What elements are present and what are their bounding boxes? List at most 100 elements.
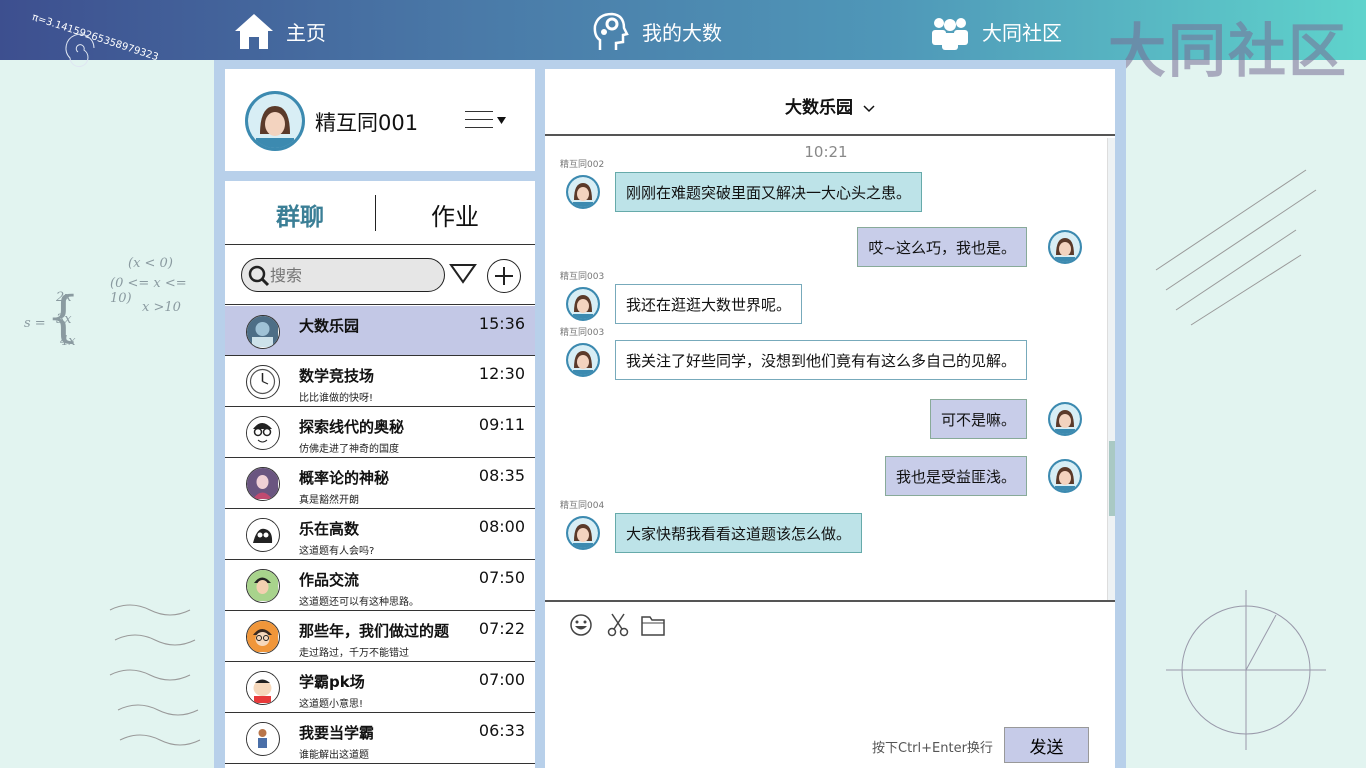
- nav-home[interactable]: 主页: [232, 10, 326, 52]
- conversation-time: 07:22: [478, 619, 525, 638]
- add-button[interactable]: [487, 259, 521, 293]
- top-nav-bar: π=3.14159265358979323 主页 我的大数 大同社区 大同社区: [0, 0, 1366, 85]
- chat-title-dropdown[interactable]: 大数乐园: [545, 93, 1115, 118]
- conversation-title: 乐在高数: [299, 520, 360, 538]
- message-avatar[interactable]: [566, 343, 600, 377]
- tab-bar: 群聊 作业: [225, 181, 535, 245]
- student-avatar-icon: [246, 722, 280, 756]
- search-input[interactable]: [270, 264, 438, 286]
- list-item[interactable]: 乐在高数 这道题有人会吗? 08:00: [225, 509, 535, 560]
- conversation-list: 大数乐园 15:36 数学竞技场 比比谁做的快呀! 12:30 探索线代的奥秘 仿佛走进了神…: [225, 306, 535, 764]
- smiley-icon[interactable]: [568, 612, 594, 638]
- conan-avatar-icon: [246, 620, 280, 654]
- user-avatar[interactable]: [245, 91, 305, 151]
- message-sender: 精互同003: [560, 328, 605, 338]
- nav-home-label: 主页: [286, 20, 326, 45]
- conversation-subtitle: 走过路过，千万不能错过: [299, 648, 409, 659]
- nav-community[interactable]: 大同社区: [928, 10, 1062, 52]
- menu-bar-3: [465, 127, 493, 128]
- conversation-title: 学霸pk场: [299, 673, 365, 691]
- conversation-title: 作品交流: [299, 571, 360, 589]
- tab-group-chat[interactable]: 群聊: [276, 197, 324, 232]
- home-icon: [232, 11, 276, 51]
- menu-bar-1: [465, 111, 493, 112]
- conversation-subtitle: 这道题有人会吗?: [299, 546, 375, 557]
- conversation-title: 大数乐园: [299, 317, 360, 335]
- conversation-time: 12:30: [478, 364, 525, 383]
- conversation-title: 探索线代的奥秘: [299, 418, 405, 436]
- caret-down-icon: [497, 117, 506, 124]
- conversation-time: 15:36: [478, 314, 525, 333]
- boy-avatar-icon: [246, 569, 280, 603]
- message-avatar[interactable]: [1048, 230, 1082, 264]
- conversation-subtitle: 这道题小意思!: [299, 699, 364, 710]
- chevron-down-icon: [863, 105, 875, 113]
- list-item[interactable]: 学霸pk场这道题小意思! 07:00: [225, 662, 535, 713]
- search-box[interactable]: [241, 258, 445, 292]
- message-bubble: 哎~这么巧，我也是。: [857, 227, 1027, 267]
- conversation-time: 09:11: [478, 415, 525, 434]
- pi-spiral-icon: [65, 33, 95, 67]
- nav-my-data[interactable]: 我的大数: [588, 10, 722, 52]
- message-timestamp: 10:21: [804, 143, 848, 161]
- conversation-time: 07:00: [478, 670, 525, 689]
- conversation-subtitle: 谁能解出这道题: [299, 750, 369, 761]
- message-bubble: 我关注了好些同学，没想到他们竟有有这么多自己的见解。: [615, 340, 1028, 380]
- tab-homework[interactable]: 作业: [431, 197, 479, 232]
- message-bubble: 大家快帮我看看这道题该怎么做。: [615, 513, 863, 553]
- send-button[interactable]: 发送: [1004, 727, 1089, 763]
- message-avatar[interactable]: [1048, 402, 1082, 436]
- message-avatar[interactable]: [566, 175, 600, 209]
- message-bubble: 我还在逛逛大数世界呢。: [615, 284, 803, 324]
- conversation-time: 08:35: [478, 466, 525, 485]
- message-avatar[interactable]: [1048, 459, 1082, 493]
- message-bubble: 刚刚在难题突破里面又解决一大心头之患。: [615, 172, 923, 212]
- profile-menu-button[interactable]: [465, 109, 507, 133]
- list-item[interactable]: 探索线代的奥秘 仿佛走进了神奇的国度 09:11: [225, 407, 535, 458]
- scrollbar-thumb[interactable]: [1109, 441, 1115, 516]
- conversation-title: 数学竞技场: [299, 367, 375, 385]
- list-item[interactable]: 数学竞技场 比比谁做的快呀! 12:30: [225, 356, 535, 407]
- conversation-title: 概率论的神秘: [299, 469, 390, 487]
- message-scrollbar[interactable]: [1107, 138, 1115, 600]
- message-sender: 精互同004: [560, 501, 605, 511]
- conversation-title: 我要当学霸: [299, 724, 375, 742]
- clock-avatar-icon: [246, 365, 280, 399]
- menu-bar-2: [465, 119, 493, 120]
- list-item[interactable]: 概率论的神秘 真是豁然开朗 08:35: [225, 458, 535, 509]
- group-icon: [928, 11, 972, 51]
- search-row: [225, 245, 535, 305]
- pi-logo: π=3.14159265358979323: [31, 12, 160, 78]
- chat-header: 大数乐园: [545, 69, 1115, 136]
- conversation-time: 06:33: [478, 721, 525, 740]
- profile-card: 精互同001: [225, 69, 535, 171]
- glasses-face-avatar-icon: [246, 416, 280, 450]
- brain-gear-icon: [588, 11, 632, 51]
- piecewise-case-1: 2x: [56, 290, 72, 305]
- piecewise-s: s =: [24, 316, 46, 331]
- formula-doodle: [1155, 169, 1317, 326]
- profile-name: 精互同001: [315, 111, 419, 135]
- piecewise-doodle: s = { 2x 3x 4x (x < 0) (0 <= x <= 10) x …: [24, 256, 204, 360]
- list-item[interactable]: 作品交流这道题还可以有这种思路。 07:50: [225, 560, 535, 611]
- message-avatar[interactable]: [566, 287, 600, 321]
- piecewise-cond-3: x >10: [142, 300, 181, 315]
- conversation-subtitle: 这道题还可以有这种思路。: [299, 597, 419, 608]
- list-item[interactable]: 我要当学霸谁能解出这道题 06:33: [225, 713, 535, 764]
- input-area: 按下Ctrl+Enter换行 发送: [545, 600, 1115, 768]
- message-avatar[interactable]: [566, 516, 600, 550]
- chat-panel: 大数乐园 精互同002 刚刚在难题突破里面又解决一大心头之患。 哎~这么巧，我也是。…: [545, 69, 1115, 768]
- filter-button[interactable]: [449, 263, 477, 285]
- conversation-time: 07:50: [478, 568, 525, 587]
- search-icon: [248, 265, 270, 287]
- scissors-icon[interactable]: [605, 612, 631, 638]
- piecewise-cond-1: (x < 0): [128, 256, 173, 271]
- folder-icon[interactable]: [640, 612, 666, 638]
- piecewise-case-2: 3x: [56, 312, 72, 327]
- list-item[interactable]: 那些年，我们做过的题 走过路过，千万不能错过 07:22: [225, 611, 535, 662]
- cartoon-avatar-icon: [246, 518, 280, 552]
- left-decoration: s = { 2x 3x 4x (x < 0) (0 <= x <= 10) x …: [0, 60, 214, 768]
- chat-title: 大数乐园: [785, 98, 854, 118]
- list-item[interactable]: 大数乐园 15:36: [225, 306, 535, 356]
- unit-circle-doodle: [1166, 590, 1326, 750]
